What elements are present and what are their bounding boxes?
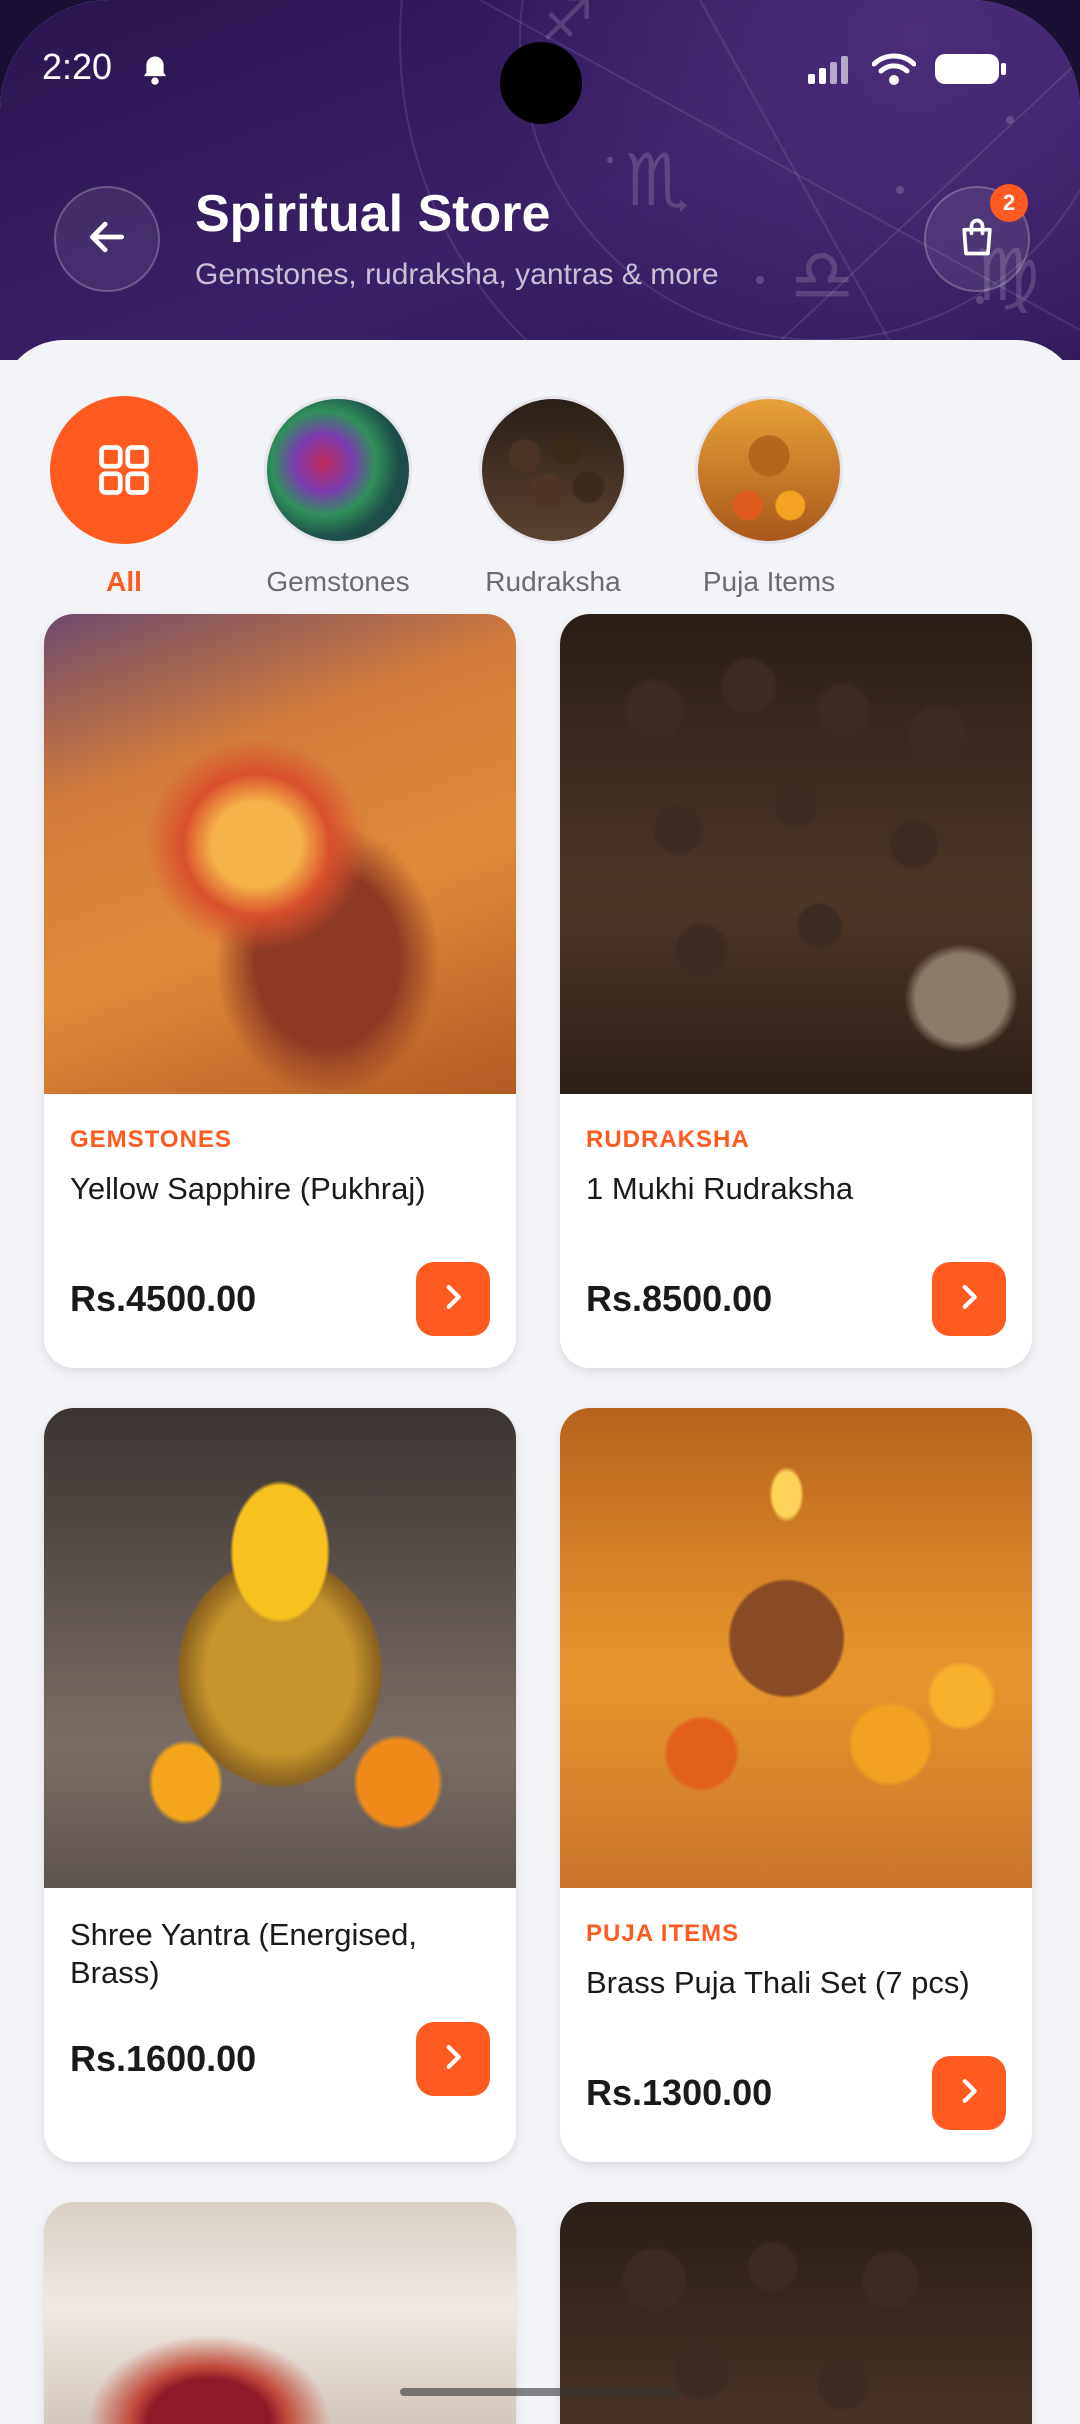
camera-cutout	[500, 42, 582, 124]
product-category: PUJA ITEMS	[586, 1920, 740, 1947]
shopping-bag-icon	[955, 215, 999, 264]
category-label: Rudraksha	[485, 566, 621, 597]
product-image-rudraksha	[560, 614, 1032, 1094]
status-bar: 2:20	[0, 0, 1080, 140]
product-name: Shree Yantra (Energised, Brass)	[70, 1917, 417, 1990]
view-product-button[interactable]	[416, 2022, 490, 2096]
status-icons	[808, 52, 1008, 91]
product-card[interactable]: PUJA ITEMS Brass Puja Thali Set (7 pcs) …	[560, 1408, 1032, 2162]
home-indicator[interactable]	[400, 2388, 680, 2396]
app-screen: ♏ ♎ ♍ ♐ 2:20 Spiritual Store Gemstones, …	[0, 0, 1080, 2424]
product-image-puja-thali	[560, 1408, 1032, 1888]
product-image-yellow-sapphire	[44, 614, 516, 1094]
product-price: Rs.4500.00	[70, 1278, 257, 1319]
cart-count-badge: 2	[990, 184, 1028, 222]
product-category: GEMSTONES	[70, 1126, 232, 1153]
signal-icon	[808, 54, 854, 89]
svg-text:♏: ♏	[625, 138, 690, 222]
content-sheet: All Gemstones Rudraksha Puja Items GEMST…	[0, 340, 1080, 2424]
chevron-right-icon	[436, 2040, 470, 2079]
product-card[interactable]: Shree Yantra (Energised, Brass) Rs.1600.…	[44, 1408, 516, 2162]
chevron-right-icon	[952, 2074, 986, 2113]
puja-items-thumbnail	[695, 396, 843, 544]
page-subtitle: Gemstones, rudraksha, yantras & more	[195, 258, 719, 291]
product-name: Yellow Sapphire (Pukhraj)	[70, 1171, 426, 1206]
chevron-right-icon	[436, 1280, 470, 1319]
rudraksha-thumbnail	[479, 396, 627, 544]
category-all[interactable]: All	[44, 396, 204, 598]
category-label: Gemstones	[266, 566, 410, 597]
header: ♏ ♎ ♍ ♐ 2:20 Spiritual Store Gemstones, …	[0, 0, 1080, 360]
grid-icon	[50, 396, 198, 544]
view-product-button[interactable]	[416, 1262, 490, 1336]
product-card[interactable]: GEMSTONES Yellow Sapphire (Pukhraj) Rs.4…	[44, 614, 516, 1368]
category-label: Puja Items	[702, 566, 836, 597]
category-gemstones[interactable]: Gemstones	[258, 396, 418, 598]
product-name: 1 Mukhi Rudraksha	[586, 1171, 854, 1206]
view-product-button[interactable]	[932, 2056, 1006, 2130]
view-product-button[interactable]	[932, 1262, 1006, 1336]
category-filter: All Gemstones Rudraksha Puja Items	[0, 396, 1080, 597]
product-category: RUDRAKSHA	[586, 1126, 750, 1153]
svg-text:♎: ♎	[790, 233, 855, 317]
page-title: Spiritual Store	[195, 185, 551, 243]
status-time: 2:20	[42, 46, 113, 87]
category-rudraksha[interactable]: Rudraksha	[473, 396, 633, 598]
wifi-icon	[871, 52, 917, 91]
product-name: Brass Puja Thali Set (7 pcs)	[586, 1965, 970, 2000]
category-label: All	[106, 566, 142, 597]
product-card[interactable]: RUDRAKSHA 1 Mukhi Rudraksha Rs.8500.00	[560, 614, 1032, 1368]
category-puja-items[interactable]: Puja Items	[689, 396, 849, 598]
product-image-shree-yantra	[44, 1408, 516, 1888]
chevron-right-icon	[952, 1280, 986, 1319]
notification-bell-icon	[140, 54, 170, 91]
product-price: Rs.8500.00	[586, 1278, 773, 1319]
arrow-left-icon	[85, 215, 129, 264]
gemstone-thumbnail	[264, 396, 412, 544]
product-price: Rs.1600.00	[70, 2038, 257, 2079]
product-price: Rs.1300.00	[586, 2072, 773, 2113]
battery-icon	[934, 52, 1008, 91]
back-button[interactable]	[54, 186, 160, 292]
